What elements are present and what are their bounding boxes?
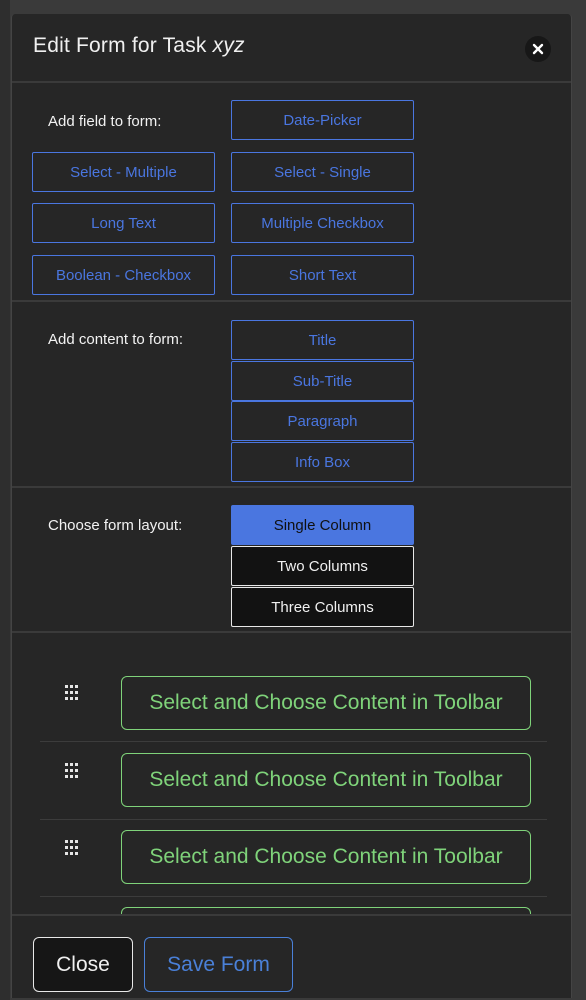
single-column-option[interactable]: Single Column <box>231 505 414 545</box>
modal-footer: Close Save Form <box>12 914 571 998</box>
save-form-button[interactable]: Save Form <box>144 937 293 992</box>
select-single-button[interactable]: Select - Single <box>231 152 414 192</box>
long-text-button[interactable]: Long Text <box>32 203 215 243</box>
form-row <box>40 896 547 914</box>
form-row: Select and Choose Content in Toolbar <box>40 742 547 820</box>
boolean-checkbox-button[interactable]: Boolean - Checkbox <box>32 255 215 295</box>
add-content-section: Add content to form: Title Sub-Title Par… <box>12 303 571 488</box>
date-picker-button[interactable]: Date-Picker <box>231 100 414 140</box>
content-placeholder[interactable]: Select and Choose Content in Toolbar <box>121 753 531 807</box>
select-multiple-button[interactable]: Select - Multiple <box>32 152 215 192</box>
modal-header: Edit Form for Task xyz <box>12 14 571 83</box>
task-name: xyz <box>212 34 245 57</box>
content-placeholder[interactable] <box>121 907 531 914</box>
form-canvas: Select and Choose Content in Toolbar Sel… <box>12 634 571 914</box>
info-box-button[interactable]: Info Box <box>231 442 414 482</box>
modal-title: Edit Form for Task xyz <box>33 34 245 57</box>
multiple-checkbox-button[interactable]: Multiple Checkbox <box>231 203 414 243</box>
add-content-label: Add content to form: <box>48 331 184 348</box>
sub-title-button[interactable]: Sub-Title <box>231 361 414 401</box>
add-field-section: Add field to form: Date-Picker Select - … <box>12 83 571 302</box>
drag-handle-icon[interactable] <box>64 839 80 857</box>
form-row: Select and Choose Content in Toolbar <box>40 819 547 897</box>
title-button[interactable]: Title <box>231 320 414 360</box>
drag-handle-icon[interactable] <box>64 684 80 702</box>
form-layout-label: Choose form layout: <box>48 517 183 534</box>
short-text-button[interactable]: Short Text <box>231 255 414 295</box>
three-columns-option[interactable]: Three Columns <box>231 587 414 627</box>
form-layout-section: Choose form layout: Single Column Two Co… <box>12 489 571 633</box>
close-icon[interactable] <box>525 36 551 62</box>
two-columns-option[interactable]: Two Columns <box>231 546 414 586</box>
content-placeholder[interactable]: Select and Choose Content in Toolbar <box>121 676 531 730</box>
close-button[interactable]: Close <box>33 937 133 992</box>
form-row: Select and Choose Content in Toolbar <box>40 664 547 742</box>
add-field-label: Add field to form: <box>48 113 162 130</box>
edit-form-modal: Edit Form for Task xyz Add field to form… <box>11 14 572 998</box>
content-placeholder[interactable]: Select and Choose Content in Toolbar <box>121 830 531 884</box>
drag-handle-icon[interactable] <box>64 762 80 780</box>
paragraph-button[interactable]: Paragraph <box>231 401 414 441</box>
page-backdrop <box>0 0 10 1000</box>
